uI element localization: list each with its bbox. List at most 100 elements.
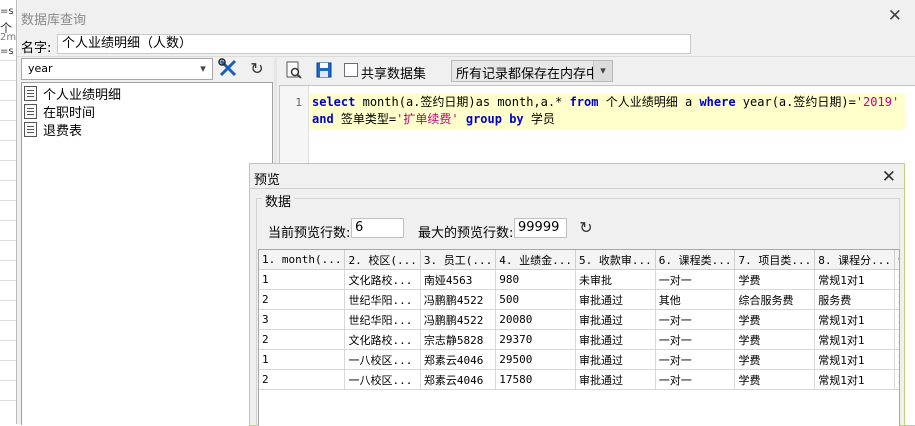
table-cell[interactable]: 未审批 bbox=[575, 269, 656, 290]
save-icon[interactable] bbox=[315, 60, 333, 80]
preview-dialog: 预览 ✕ 数据 当前预览行数: 6 最大的预览行数: 99999 ↻ 1. mo… bbox=[249, 163, 905, 426]
table-cell[interactable]: 审批通过 bbox=[575, 289, 656, 310]
share-dataset-checkbox[interactable] bbox=[344, 63, 358, 77]
table-cell[interactable]: 世纪华阳... bbox=[344, 289, 421, 310]
table-cell[interactable]: 一对一 bbox=[655, 349, 736, 370]
sql-code[interactable]: select month(a.签约日期)as month,a.* from 个人… bbox=[312, 94, 902, 128]
column-header[interactable]: 4. 业绩金... bbox=[495, 250, 576, 270]
table-cell[interactable]: 2 bbox=[259, 369, 346, 390]
tree-item-label: 个人业绩明细 bbox=[43, 87, 122, 103]
name-input[interactable]: 个人业绩明细（人数） bbox=[57, 34, 691, 54]
tools-icon[interactable] bbox=[217, 58, 239, 80]
storage-mode-select[interactable]: 所有记录都保存在内存中 ▾ bbox=[451, 60, 613, 82]
tree-item-label: 在职时间 bbox=[43, 105, 96, 121]
table-icon bbox=[24, 85, 37, 101]
table-cell[interactable]: 冯鹏鹏4522 bbox=[420, 309, 497, 330]
current-rows-input[interactable]: 6 bbox=[351, 218, 404, 238]
table-cell[interactable]: 2019 bbox=[894, 329, 899, 350]
table-cell[interactable]: 29370 bbox=[495, 329, 576, 350]
column-header[interactable]: 5. 收款审... bbox=[575, 250, 656, 270]
table-cell[interactable]: 综合服务费 bbox=[734, 289, 816, 310]
table-cell[interactable]: 审批通过 bbox=[575, 309, 656, 330]
table-cell[interactable]: 2 bbox=[259, 289, 346, 310]
table-cell[interactable]: 学费 bbox=[734, 329, 816, 350]
table-cell[interactable]: 文化路校... bbox=[344, 329, 421, 350]
table-cell[interactable]: 冯鹏鹏4522 bbox=[420, 289, 497, 310]
tree-item[interactable]: 退费表 bbox=[24, 120, 82, 139]
table-cell[interactable]: 常规1对1 bbox=[814, 329, 895, 350]
table-row[interactable]: 2文化路校...宗志静582829370审批通过一对一学费常规1对12019 bbox=[259, 329, 899, 350]
table-cell[interactable]: 郑素云4046 bbox=[420, 369, 497, 390]
table-cell[interactable]: 20080 bbox=[495, 309, 576, 330]
background-spreadsheet: =s 个 2m =s bbox=[0, 0, 17, 424]
current-rows-label: 当前预览行数: bbox=[268, 226, 351, 241]
table-cell[interactable]: 宗志静5828 bbox=[420, 329, 497, 350]
table-cell[interactable]: 南娅4563 bbox=[420, 269, 497, 290]
table-cell[interactable]: 29500 bbox=[495, 349, 576, 370]
table-cell[interactable]: 常规1对1 bbox=[814, 369, 895, 390]
table-cell[interactable]: 服务费 bbox=[814, 289, 895, 310]
connection-combo[interactable]: year ▾ bbox=[21, 58, 213, 80]
table-cell[interactable]: 郑素云4046 bbox=[420, 349, 497, 370]
table-cell[interactable]: 17580 bbox=[495, 369, 576, 390]
chevron-down-icon[interactable]: ▾ bbox=[194, 59, 212, 79]
column-header[interactable]: 3. 员工(... bbox=[420, 250, 497, 270]
preview-grid: 1. month(... 2. 校区(... 3. 员工(... 4. 业绩金... 5… bbox=[258, 249, 900, 426]
table-cell[interactable]: 文化路校... bbox=[344, 269, 421, 290]
column-header[interactable]: 7. 项目类... bbox=[734, 250, 816, 270]
column-header[interactable]: 2. 校区(... bbox=[344, 250, 421, 270]
table-cell[interactable]: 学费 bbox=[734, 349, 816, 370]
table-cell[interactable]: 审批通过 bbox=[575, 369, 656, 390]
data-group-label: 数据 bbox=[262, 191, 295, 210]
refresh-icon[interactable]: ↻ bbox=[576, 218, 596, 238]
table-row[interactable]: 1文化路校...南娅4563980未审批一对一学费常规1对12019 bbox=[259, 269, 899, 290]
table-cell[interactable]: 2019 bbox=[894, 349, 899, 370]
table-cell[interactable]: 学费 bbox=[734, 269, 816, 290]
table-row[interactable]: 1一八校区...郑素云404629500审批通过一对一学费常规1对12019 bbox=[259, 349, 899, 370]
table-cell[interactable]: 审批通过 bbox=[575, 329, 656, 350]
close-icon[interactable]: ✕ bbox=[882, 167, 896, 187]
column-header[interactable]: 6. 课程类... bbox=[655, 250, 736, 270]
storage-mode-value: 所有记录都保存在内存中 bbox=[456, 67, 600, 82]
table-row[interactable]: 3世纪华阳...冯鹏鹏452220080审批通过一对一学费常规1对12019 bbox=[259, 309, 899, 330]
refresh-icon[interactable]: ↻ bbox=[246, 58, 268, 80]
close-icon[interactable]: ✕ bbox=[888, 6, 902, 26]
table-cell[interactable]: 学费 bbox=[734, 309, 816, 330]
table-icon bbox=[24, 121, 37, 137]
table-cell[interactable]: 常规1对1 bbox=[814, 349, 895, 370]
table-cell[interactable]: 1 bbox=[259, 349, 346, 370]
table-cell[interactable]: 1 bbox=[259, 269, 346, 290]
table-cell[interactable]: 500 bbox=[495, 289, 576, 310]
table-cell[interactable]: 审批通过 bbox=[575, 349, 656, 370]
table-cell[interactable]: 一对一 bbox=[655, 269, 736, 290]
chevron-down-icon[interactable]: ▾ bbox=[593, 61, 612, 81]
table-cell[interactable]: 其他 bbox=[655, 289, 736, 310]
table-cell[interactable]: 980 bbox=[495, 269, 576, 290]
table-cell[interactable]: 3 bbox=[259, 309, 346, 330]
max-rows-input[interactable]: 99999 bbox=[514, 218, 567, 238]
table-cell[interactable]: 一对一 bbox=[655, 329, 736, 350]
column-header[interactable]: 1. month(... bbox=[259, 250, 346, 270]
table-cell[interactable]: 2019 bbox=[894, 369, 899, 390]
table-cell[interactable]: 常规1对1 bbox=[814, 309, 895, 330]
table-cell[interactable]: 一八校区... bbox=[344, 369, 421, 390]
column-header[interactable]: 9. 年 bbox=[894, 250, 899, 270]
table-cell[interactable]: 2019 bbox=[894, 269, 899, 290]
table-cell[interactable]: 一八校区... bbox=[344, 349, 421, 370]
table-cell[interactable]: 一对一 bbox=[655, 309, 736, 330]
table-cell[interactable]: 2 bbox=[259, 329, 346, 350]
table-cell[interactable]: 2019 bbox=[894, 289, 899, 310]
table-cell[interactable]: 世纪华阳... bbox=[344, 309, 421, 330]
column-header[interactable]: 8. 课程分... bbox=[814, 250, 895, 270]
table-tree: 个人业绩明细 在职时间 退费表 bbox=[21, 82, 273, 425]
table-cell[interactable]: 一对一 bbox=[655, 369, 736, 390]
table-cell[interactable]: 2019 bbox=[894, 309, 899, 330]
table-cell[interactable]: 学费 bbox=[734, 369, 816, 390]
table-cell[interactable]: 常规1对1 bbox=[814, 269, 895, 290]
tree-item[interactable]: 个人业绩明细 bbox=[24, 84, 122, 103]
tree-item[interactable]: 在职时间 bbox=[24, 102, 96, 121]
line-number: 1 bbox=[295, 96, 302, 109]
table-row[interactable]: 2一八校区...郑素云404617580审批通过一对一学费常规1对12019 bbox=[259, 369, 899, 390]
open-file-icon[interactable] bbox=[285, 60, 303, 80]
table-row[interactable]: 2世纪华阳...冯鹏鹏4522500审批通过其他综合服务费服务费2019 bbox=[259, 289, 899, 310]
